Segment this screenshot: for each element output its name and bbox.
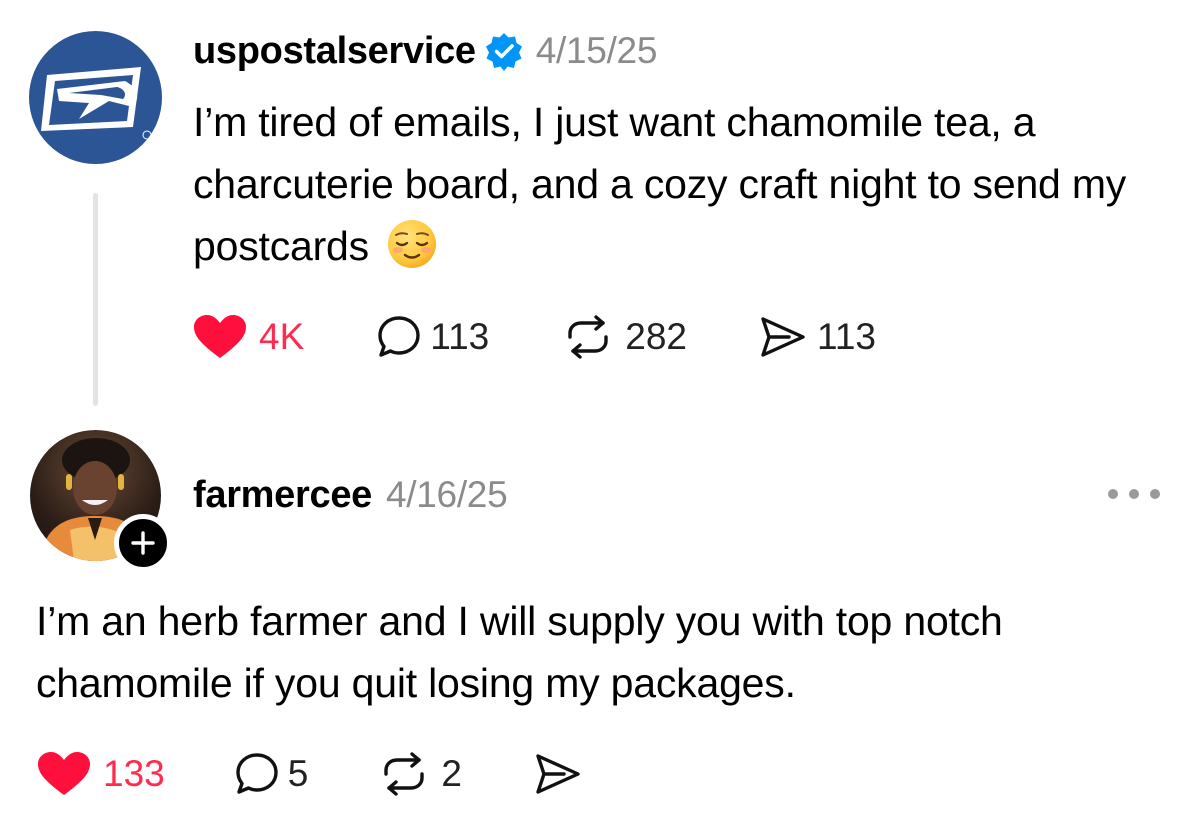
post-date: 4/15/25 [535, 30, 658, 71]
comment-button[interactable]: 113 [377, 315, 489, 359]
send-icon [761, 317, 805, 357]
reply-like-button[interactable]: 133 [37, 751, 165, 797]
more-dot [1108, 489, 1118, 499]
more-dot [1129, 489, 1139, 499]
heart-filled-icon [194, 315, 246, 358]
repost-button[interactable]: 282 [562, 315, 687, 359]
reply-body: I’m an herb farmer and I will supply you… [36, 598, 1003, 706]
more-dot [1150, 489, 1160, 499]
repost-icon [568, 315, 608, 359]
reply-share-button[interactable] [534, 752, 582, 796]
comment-count: 113 [430, 316, 490, 357]
reply-username[interactable]: farmercee [193, 474, 372, 517]
repost-icon [384, 752, 425, 796]
verified-badge-icon [484, 31, 524, 71]
post-header: uspostalservice 4/15/25 [193, 26, 657, 76]
thread-line [93, 193, 98, 406]
like-button[interactable]: 4K [193, 314, 304, 360]
comment-icon [236, 753, 278, 794]
relieved-face-emoji [386, 218, 438, 270]
post-username[interactable]: uspostalservice [193, 30, 476, 73]
follow-button[interactable] [114, 514, 172, 572]
send-icon [536, 754, 580, 794]
share-button[interactable]: 113 [759, 315, 876, 359]
share-count: 113 [817, 316, 876, 357]
reply-actions: 133 5 2 [37, 750, 582, 798]
usps-avatar[interactable] [29, 31, 162, 164]
reply-header: farmercee 4/16/25 [193, 470, 508, 520]
reply-like-count: 133 [103, 753, 165, 794]
post-body: I’m tired of emails, I just want chamomi… [193, 91, 1183, 277]
reply-date: 4/16/25 [386, 474, 508, 515]
more-options-icon[interactable] [1108, 484, 1160, 504]
reply-comment-button[interactable]: 5 [235, 752, 309, 796]
plus-icon [131, 531, 155, 555]
post-actions: 4K 113 282 113 [193, 313, 876, 361]
reply-repost-button[interactable]: 2 [378, 752, 462, 796]
like-count: 4K [259, 316, 305, 357]
heart-filled-icon [38, 752, 90, 795]
repost-count: 282 [625, 316, 687, 357]
post-text: I’m tired of emails, I just want chamomi… [193, 99, 1127, 269]
reply-repost-count: 2 [441, 753, 462, 794]
comment-icon [378, 316, 420, 357]
reply-comment-count: 5 [287, 753, 309, 794]
usps-eagle-logo [41, 67, 152, 140]
